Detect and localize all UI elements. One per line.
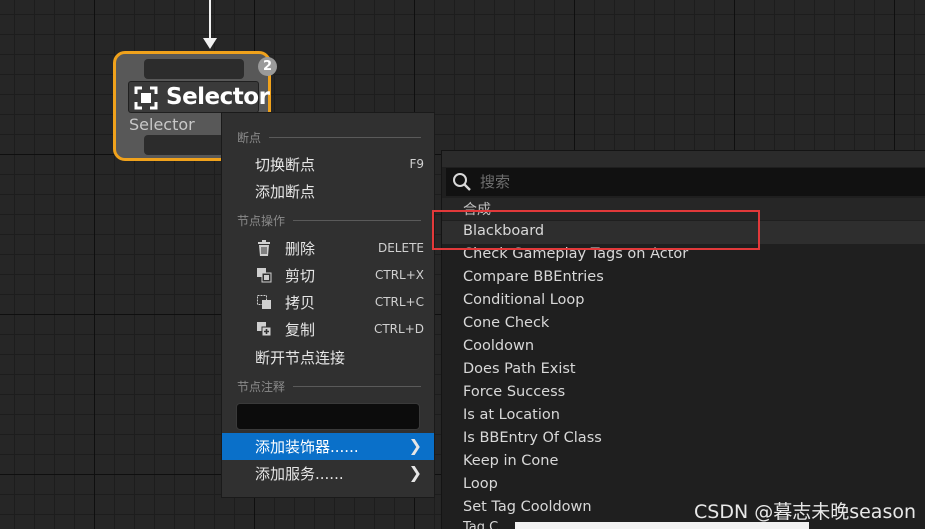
decorator-submenu: 合成 Blackboard Check Gameplay Tags on Act… <box>441 150 925 529</box>
chevron-right-icon: ❯ <box>408 463 422 482</box>
search-box[interactable] <box>446 168 925 196</box>
section-node-comment: 节点注释 <box>237 378 421 395</box>
node-input-pin[interactable] <box>144 59 244 79</box>
execution-order-badge: 2 <box>258 57 277 76</box>
duplicate-icon <box>257 322 272 337</box>
decorator-item[interactable]: Does Path Exist <box>442 359 925 382</box>
search-icon <box>453 173 471 191</box>
decorator-item[interactable]: Is at Location <box>442 405 925 428</box>
node-subtitle: Selector <box>129 115 195 134</box>
section-node-actions: 节点操作 <box>237 212 421 229</box>
highlight-annotation-box <box>432 210 760 250</box>
cut-item[interactable]: 剪切 CTRL+X <box>222 262 434 288</box>
node-context-menu: 断点 切换断点 F9 添加断点 节点操作 删除 DELETE 剪切 CTRL+X <box>221 112 435 498</box>
decorator-item[interactable]: Compare BBEntries <box>442 267 925 290</box>
trash-icon <box>258 240 270 256</box>
search-input[interactable] <box>480 170 910 194</box>
decorator-item[interactable]: Conditional Loop <box>442 290 925 313</box>
copy-item[interactable]: 拷贝 CTRL+C <box>222 289 434 315</box>
copy-icon <box>257 295 271 309</box>
break-node-links-item[interactable]: 断开节点连接 <box>222 344 434 370</box>
node-header: Selector <box>128 81 270 113</box>
section-breakpoints: 断点 <box>237 129 421 146</box>
submenu-header-bar <box>442 151 925 167</box>
incoming-arrow-icon <box>203 38 217 49</box>
toggle-breakpoint-item[interactable]: 切换断点 F9 <box>222 151 434 177</box>
decorator-item[interactable]: Is BBEntry Of Class <box>442 428 925 451</box>
decorator-item[interactable]: Cone Check <box>442 313 925 336</box>
add-service-item[interactable]: 添加服务...... ❯ <box>222 460 434 486</box>
incoming-connection-line <box>209 0 211 42</box>
decorator-item[interactable]: Force Success <box>442 382 925 405</box>
decorator-item[interactable]: Cooldown <box>442 336 925 359</box>
watermark: CSDN @暮志未晚season <box>694 501 917 523</box>
add-breakpoint-item[interactable]: 添加断点 <box>222 178 434 204</box>
decorator-item[interactable]: Keep in Cone <box>442 451 925 474</box>
node-title: Selector <box>166 84 270 110</box>
add-decorator-item[interactable]: 添加装饰器...... ❯ <box>222 433 434 460</box>
selector-icon <box>134 86 158 110</box>
decorator-item[interactable]: Loop <box>442 474 925 497</box>
duplicate-item[interactable]: 复制 CTRL+D <box>222 316 434 342</box>
node-comment-input[interactable] <box>236 403 420 430</box>
delete-item[interactable]: 删除 DELETE <box>222 235 434 261</box>
chevron-right-icon: ❯ <box>408 436 422 455</box>
cut-icon <box>257 268 272 283</box>
